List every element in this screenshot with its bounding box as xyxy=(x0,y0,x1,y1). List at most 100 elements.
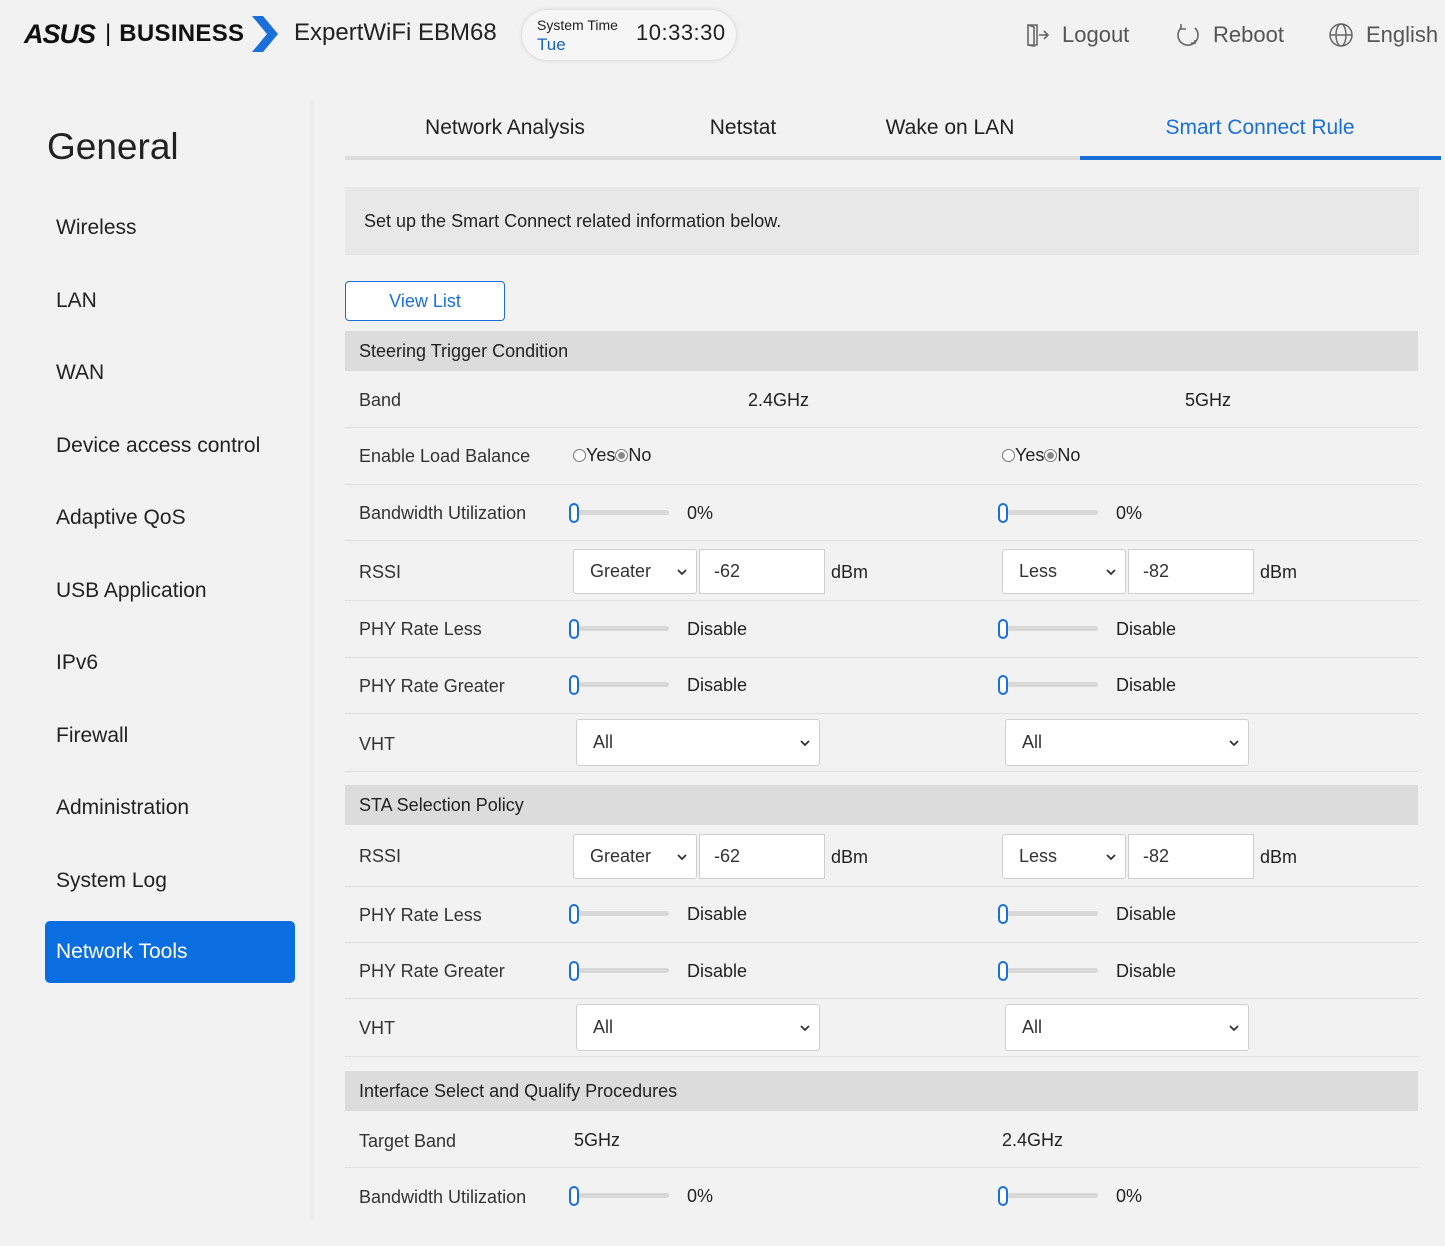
info-banner: Set up the Smart Connect related informa… xyxy=(345,187,1419,255)
bw-label: Bandwidth Utilization xyxy=(359,503,527,523)
sidebar-item-lan[interactable]: LAN xyxy=(45,270,295,332)
router-model: ExpertWiFi EBM68 xyxy=(294,19,497,46)
phy-greater-5g-slider[interactable] xyxy=(998,675,1098,695)
sta-vht-2g-select[interactable]: All xyxy=(576,1004,820,1051)
brand-business: BUSINESS xyxy=(119,20,245,47)
yes-label: Yes xyxy=(586,445,616,465)
vht-5g-value: All xyxy=(1022,732,1043,752)
row-phy-rate-greater: PHY Rate Greater Disable Disable xyxy=(345,658,1418,714)
system-time-label: System Time xyxy=(537,17,618,33)
sta-rssi-2g-unit: dBm xyxy=(831,847,869,867)
iface-bw-a-slider[interactable] xyxy=(569,1186,669,1206)
rssi-2g-input[interactable]: -62 xyxy=(699,549,825,594)
chevron-down-icon xyxy=(677,569,687,576)
load-balance-2g-radio-group: Yes No xyxy=(573,445,651,466)
vht-2g-select[interactable]: All xyxy=(576,719,820,766)
load-balance-5g-yes-radio[interactable] xyxy=(1002,449,1015,462)
reboot-icon xyxy=(1177,24,1199,46)
language-selector[interactable]: English xyxy=(1328,18,1438,52)
chevron-down-icon xyxy=(1229,740,1239,747)
sta-rssi-5g-input[interactable]: -82 xyxy=(1128,834,1254,879)
rssi-5g-compare-select[interactable]: Less xyxy=(1002,549,1126,594)
phy-less-5g-value: Disable xyxy=(1116,619,1177,639)
vht-2g-value: All xyxy=(593,732,614,752)
row-sta-phy-rate-less: PHY Rate Less Disable Disable xyxy=(345,887,1418,943)
bw-5g-slider[interactable] xyxy=(998,503,1098,523)
sta-rssi-5g-compare-select[interactable]: Less xyxy=(1002,834,1126,879)
row-sta-rssi: RSSI Greater -62 dBm Less -82 dBm xyxy=(345,825,1418,887)
sta-vht-label: VHT xyxy=(359,1018,395,1038)
tab-netstat[interactable]: Netstat xyxy=(683,100,803,156)
rssi-2g-compare-select[interactable]: Greater xyxy=(573,549,697,594)
sidebar-item-administration[interactable]: Administration xyxy=(45,777,295,839)
chevron-down-icon xyxy=(1229,1025,1239,1032)
sidebar-item-usb-application[interactable]: USB Application xyxy=(45,560,295,622)
sta-phy-less-5g-value: Disable xyxy=(1116,904,1177,924)
sta-phy-greater-label: PHY Rate Greater xyxy=(359,961,505,981)
sidebar-item-adaptive-qos[interactable]: Adaptive QoS xyxy=(45,487,295,549)
iface-bw-a-value: 0% xyxy=(687,1186,714,1206)
section-sta-selection: STA Selection Policy xyxy=(345,785,1418,825)
yes-label: Yes xyxy=(1015,445,1045,465)
row-phy-rate-less: PHY Rate Less Disable Disable xyxy=(345,601,1418,658)
info-text: Set up the Smart Connect related informa… xyxy=(364,211,782,231)
sta-phy-greater-2g-slider[interactable] xyxy=(569,961,669,981)
sta-phy-less-2g-value: Disable xyxy=(687,904,748,924)
brand-separator: | xyxy=(105,20,112,47)
tab-wake-on-lan[interactable]: Wake on LAN xyxy=(865,100,1035,156)
active-tab-indicator xyxy=(1080,156,1441,160)
vht-5g-select[interactable]: All xyxy=(1005,719,1249,766)
sta-phy-greater-5g-slider[interactable] xyxy=(998,961,1098,981)
row-enable-load-balance: Enable Load Balance Yes No Yes No xyxy=(345,428,1418,485)
tab-network-analysis[interactable]: Network Analysis xyxy=(405,100,605,156)
target-band-a: 5GHz xyxy=(574,1130,621,1150)
sidebar-item-firewall[interactable]: Firewall xyxy=(45,705,295,767)
phy-less-5g-slider[interactable] xyxy=(998,619,1098,639)
rssi-5g-compare-value: Less xyxy=(1019,561,1058,581)
iface-bw-b-slider[interactable] xyxy=(998,1186,1098,1206)
logout-label: Logout xyxy=(1062,22,1130,47)
sta-rssi-5g-unit: dBm xyxy=(1260,847,1298,867)
sidebar-item-wireless[interactable]: Wireless xyxy=(45,197,295,259)
top-header: ASUS | BUSINESS ExpertWiFi EBM68 System … xyxy=(0,0,1445,70)
view-list-button[interactable]: View List xyxy=(345,281,505,321)
bw-2g-slider[interactable] xyxy=(569,503,669,523)
sta-rssi-2g-compare-value: Greater xyxy=(590,846,652,866)
sta-rssi-2g-compare-select[interactable]: Greater xyxy=(573,834,697,879)
chevron-right-icon xyxy=(252,16,279,52)
sidebar-item-network-tools[interactable]: Network Tools xyxy=(45,921,295,983)
language-label: English xyxy=(1366,22,1439,47)
bw-2g-value: 0% xyxy=(687,503,714,523)
chevron-down-icon xyxy=(800,740,810,747)
asus-business-logo[interactable]: ASUS | BUSINESS xyxy=(24,16,279,52)
section-steering-trigger: Steering Trigger Condition xyxy=(345,331,1418,371)
load-balance-2g-yes-radio[interactable] xyxy=(573,449,586,462)
target-band-label: Target Band xyxy=(359,1131,457,1151)
sidebar-item-device-access-control[interactable]: Device access control xyxy=(45,415,295,477)
phy-greater-2g-value: Disable xyxy=(687,675,748,695)
phy-greater-2g-slider[interactable] xyxy=(569,675,669,695)
vht-label: VHT xyxy=(359,734,395,754)
load-balance-2g-no-radio[interactable] xyxy=(615,449,629,462)
load-balance-5g-no-radio[interactable] xyxy=(1044,449,1058,462)
reboot-button[interactable]: Reboot xyxy=(1175,18,1284,52)
sta-phy-less-2g-slider[interactable] xyxy=(569,904,669,924)
phy-less-label: PHY Rate Less xyxy=(359,619,482,639)
sidebar-item-wan[interactable]: WAN xyxy=(45,342,295,404)
rssi-5g-input[interactable]: -82 xyxy=(1128,549,1254,594)
phy-less-2g-slider[interactable] xyxy=(569,619,669,639)
sidebar-item-ipv6[interactable]: IPv6 xyxy=(45,632,295,694)
sta-vht-5g-select[interactable]: All xyxy=(1005,1004,1249,1051)
logout-button[interactable]: Logout xyxy=(1024,18,1129,52)
phy-greater-label: PHY Rate Greater xyxy=(359,676,505,696)
sidebar-item-system-log[interactable]: System Log xyxy=(45,850,295,912)
logout-icon xyxy=(1027,24,1050,47)
sta-rssi-label: RSSI xyxy=(359,846,402,866)
globe-icon xyxy=(1329,23,1353,47)
sta-rssi-2g-input[interactable]: -62 xyxy=(699,834,825,879)
reboot-label: Reboot xyxy=(1213,22,1284,47)
sta-rssi-5g-compare-value: Less xyxy=(1019,846,1058,866)
sta-phy-less-5g-slider[interactable] xyxy=(998,904,1098,924)
phy-less-2g-value: Disable xyxy=(687,619,748,639)
tab-smart-connect-rule[interactable]: Smart Connect Rule xyxy=(1105,100,1415,156)
